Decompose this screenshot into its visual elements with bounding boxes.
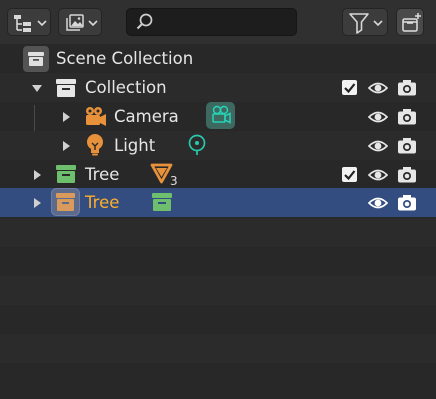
scene-collection-box-icon xyxy=(23,46,49,72)
eye-icon[interactable] xyxy=(368,108,388,126)
light-data-icon[interactable] xyxy=(186,134,208,156)
view-layer-images-icon xyxy=(66,14,84,31)
collection-instance-icon xyxy=(51,188,80,216)
funnel-icon xyxy=(349,13,369,34)
outliner-tree-icon xyxy=(14,15,31,32)
eye-icon[interactable] xyxy=(368,79,388,97)
eye-icon[interactable] xyxy=(368,166,388,184)
camera-render-icon[interactable] xyxy=(397,166,417,184)
tree-row-scene-collection[interactable]: Scene Collection xyxy=(0,44,436,73)
display-mode-dropdown[interactable] xyxy=(7,8,51,36)
empty-row xyxy=(0,363,436,399)
collection-box-green-icon xyxy=(55,163,77,185)
collection-box-icon xyxy=(55,77,77,99)
chevron-down-icon xyxy=(37,20,47,27)
chevron-down-icon xyxy=(373,20,383,27)
collapsed-triangle-icon[interactable] xyxy=(59,110,73,124)
collapsed-triangle-icon[interactable] xyxy=(30,168,44,182)
empty-row xyxy=(0,247,436,276)
scene-collection-label: Scene Collection xyxy=(56,49,194,68)
camera-object-icon xyxy=(83,105,107,129)
empty-row xyxy=(0,305,436,334)
empty-row xyxy=(0,218,436,247)
tree-row-light[interactable]: Light xyxy=(0,131,436,160)
collapsed-triangle-icon[interactable] xyxy=(30,196,44,210)
eye-icon[interactable] xyxy=(368,194,388,212)
tree-row-collection[interactable]: Collection xyxy=(0,73,436,102)
empty-row xyxy=(0,334,436,363)
new-collection-icon xyxy=(402,13,421,32)
outliner-editor: Scene Collection Collection Camera Light… xyxy=(0,0,436,399)
tree-row-tree-instance[interactable]: Tree xyxy=(0,188,436,217)
new-collection-button[interactable] xyxy=(396,8,424,36)
camera-render-icon[interactable] xyxy=(397,137,417,155)
collection-label: Collection xyxy=(85,78,167,97)
eye-icon[interactable] xyxy=(368,137,388,155)
search-input[interactable] xyxy=(159,11,291,33)
collection-box-green-icon[interactable] xyxy=(151,192,173,214)
camera-render-icon[interactable] xyxy=(397,79,417,97)
tree-row-tree-collection[interactable]: Tree 3 xyxy=(0,160,436,189)
filter-dropdown[interactable] xyxy=(342,8,388,36)
view-layer-dropdown[interactable] xyxy=(58,8,102,36)
light-label: Light xyxy=(114,136,156,155)
exclude-checkbox-checked-icon[interactable] xyxy=(341,79,359,97)
expanded-triangle-icon[interactable] xyxy=(30,81,44,95)
chevron-down-icon xyxy=(88,20,98,27)
camera-render-icon[interactable] xyxy=(397,194,417,212)
outliner-header xyxy=(0,0,436,44)
camera-label: Camera xyxy=(114,107,179,126)
tree-row-camera[interactable]: Camera xyxy=(0,102,436,131)
tree-collection-label: Tree xyxy=(85,165,120,184)
empty-row xyxy=(0,276,436,305)
light-bulb-icon xyxy=(84,133,106,157)
collapsed-triangle-icon[interactable] xyxy=(59,139,73,153)
camera-data-icon[interactable] xyxy=(206,102,235,129)
camera-render-icon[interactable] xyxy=(397,108,417,126)
search-field[interactable] xyxy=(126,8,297,36)
tree-instance-label: Tree xyxy=(85,193,120,212)
exclude-checkbox-checked-icon[interactable] xyxy=(341,166,359,184)
search-icon xyxy=(136,13,153,30)
